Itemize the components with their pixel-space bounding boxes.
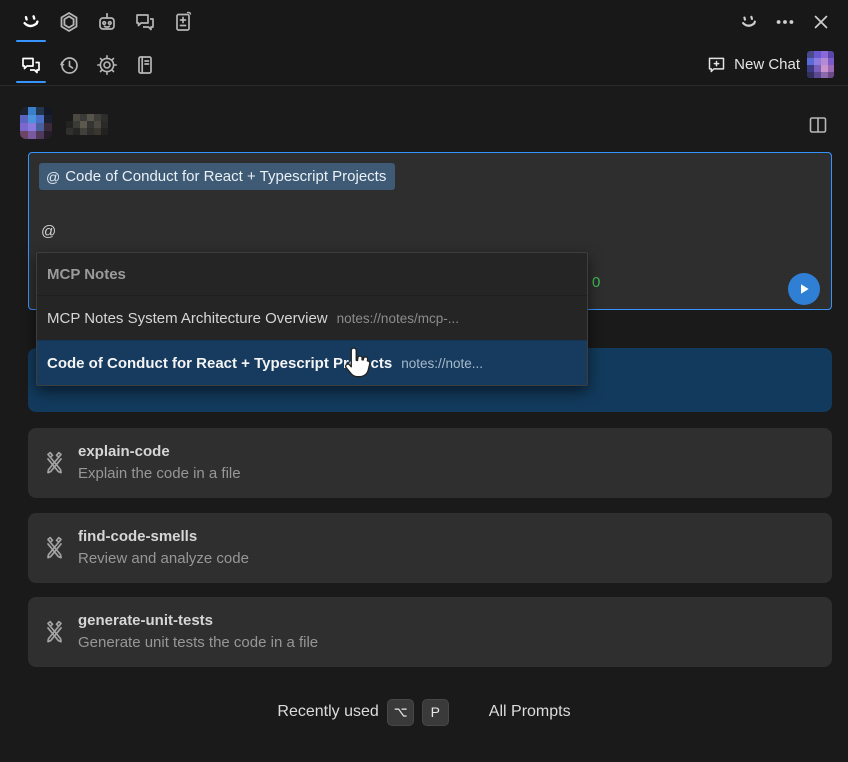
tab-hexagon-extension[interactable] xyxy=(50,0,88,44)
book-icon xyxy=(133,53,157,77)
user-avatar xyxy=(20,107,52,139)
titlebar-actions xyxy=(736,0,848,44)
at-sign-icon: @ xyxy=(46,169,60,185)
new-chat-label: New Chat xyxy=(734,56,800,73)
dropdown-item[interactable]: MCP Notes System Architecture Overview n… xyxy=(37,295,587,340)
view-tabstrip xyxy=(0,44,164,85)
typed-text: @ xyxy=(41,223,56,240)
robot-icon xyxy=(95,10,119,34)
all-prompts-button[interactable]: All Prompts xyxy=(489,703,571,721)
ellipsis-icon xyxy=(774,11,796,33)
comments-icon xyxy=(133,10,157,34)
file-plus-icon xyxy=(171,10,195,34)
extension-tabstrip xyxy=(0,0,202,44)
titlebar xyxy=(0,0,848,44)
dropdown-item-title: Code of Conduct for React + Typescript P… xyxy=(47,355,392,372)
open-in-editor-button[interactable] xyxy=(804,111,832,139)
new-chat-button[interactable]: New Chat xyxy=(706,44,848,85)
prompt-description: Explain the code in a file xyxy=(78,463,816,485)
new-chat-icon xyxy=(706,54,727,75)
chat-message-header xyxy=(0,86,848,146)
chat-bubbles-icon xyxy=(19,53,43,77)
close-panel-button[interactable] xyxy=(808,9,834,35)
more-actions-button[interactable] xyxy=(772,9,798,35)
all-prompts-label: All Prompts xyxy=(489,703,571,721)
tab-settings-view[interactable] xyxy=(88,44,126,85)
smiley-logo-button[interactable] xyxy=(736,9,762,35)
hexagon-logo-icon xyxy=(57,10,81,34)
smiley-logo-icon xyxy=(738,11,760,33)
tab-history-view[interactable] xyxy=(50,44,88,85)
dropdown-item-title: MCP Notes System Architecture Overview xyxy=(47,310,328,327)
mention-chip[interactable]: @ Code of Conduct for React + Typescript… xyxy=(39,163,395,190)
close-icon xyxy=(810,11,832,33)
prompt-title: explain-code xyxy=(78,441,816,463)
tab-robot-extension[interactable] xyxy=(88,0,126,44)
tab-file-plus-extension[interactable] xyxy=(164,0,202,44)
split-columns-icon xyxy=(806,113,830,137)
play-icon xyxy=(797,282,811,296)
crossed-tools-icon xyxy=(41,619,68,646)
send-button[interactable] xyxy=(788,273,820,305)
tab-docs-view[interactable] xyxy=(126,44,164,85)
crossed-tools-icon xyxy=(41,450,68,477)
dropdown-group-header: MCP Notes xyxy=(37,253,587,295)
p-keycap: P xyxy=(422,699,449,726)
prompt-card[interactable]: find-code-smells Review and analyze code xyxy=(28,513,832,583)
prompts-footer: Recently used P All Prompts xyxy=(0,692,848,732)
recently-used-button[interactable]: Recently used P xyxy=(277,699,448,726)
tab-extension-home[interactable] xyxy=(12,0,50,44)
tab-comments-extension[interactable] xyxy=(126,0,164,44)
prompt-title: find-code-smells xyxy=(78,526,816,548)
recently-used-label: Recently used xyxy=(277,703,378,721)
dropdown-item-selected[interactable]: Code of Conduct for React + Typescript P… xyxy=(37,340,587,385)
history-icon xyxy=(57,53,81,77)
prompt-title: generate-unit-tests xyxy=(78,610,816,632)
mention-chip-label: Code of Conduct for React + Typescript P… xyxy=(65,168,386,185)
gear-icon xyxy=(95,53,119,77)
mention-dropdown: MCP Notes MCP Notes System Architecture … xyxy=(36,252,588,386)
dropdown-item-uri: notes://note... xyxy=(401,356,483,371)
dropdown-item-uri: notes://notes/mcp-... xyxy=(337,311,459,326)
extension-panel: New Chat @ Code of Conduct for React + T… xyxy=(0,0,848,762)
prompt-description: Generate unit tests the code in a file xyxy=(78,632,816,654)
prompt-description: Review and analyze code xyxy=(78,548,816,570)
crossed-tools-icon xyxy=(41,535,68,562)
option-key-icon xyxy=(393,705,408,720)
prompt-card[interactable]: explain-code Explain the code in a file xyxy=(28,428,832,498)
prompt-card[interactable]: generate-unit-tests Generate unit tests … xyxy=(28,597,832,667)
token-count: 0 xyxy=(592,274,600,291)
account-avatar[interactable] xyxy=(807,51,834,78)
view-toolbar: New Chat xyxy=(0,44,848,86)
tab-chat-view[interactable] xyxy=(12,44,50,85)
user-name-redacted xyxy=(66,114,108,135)
option-keycap xyxy=(387,699,414,726)
smiley-logo-icon xyxy=(19,10,43,34)
